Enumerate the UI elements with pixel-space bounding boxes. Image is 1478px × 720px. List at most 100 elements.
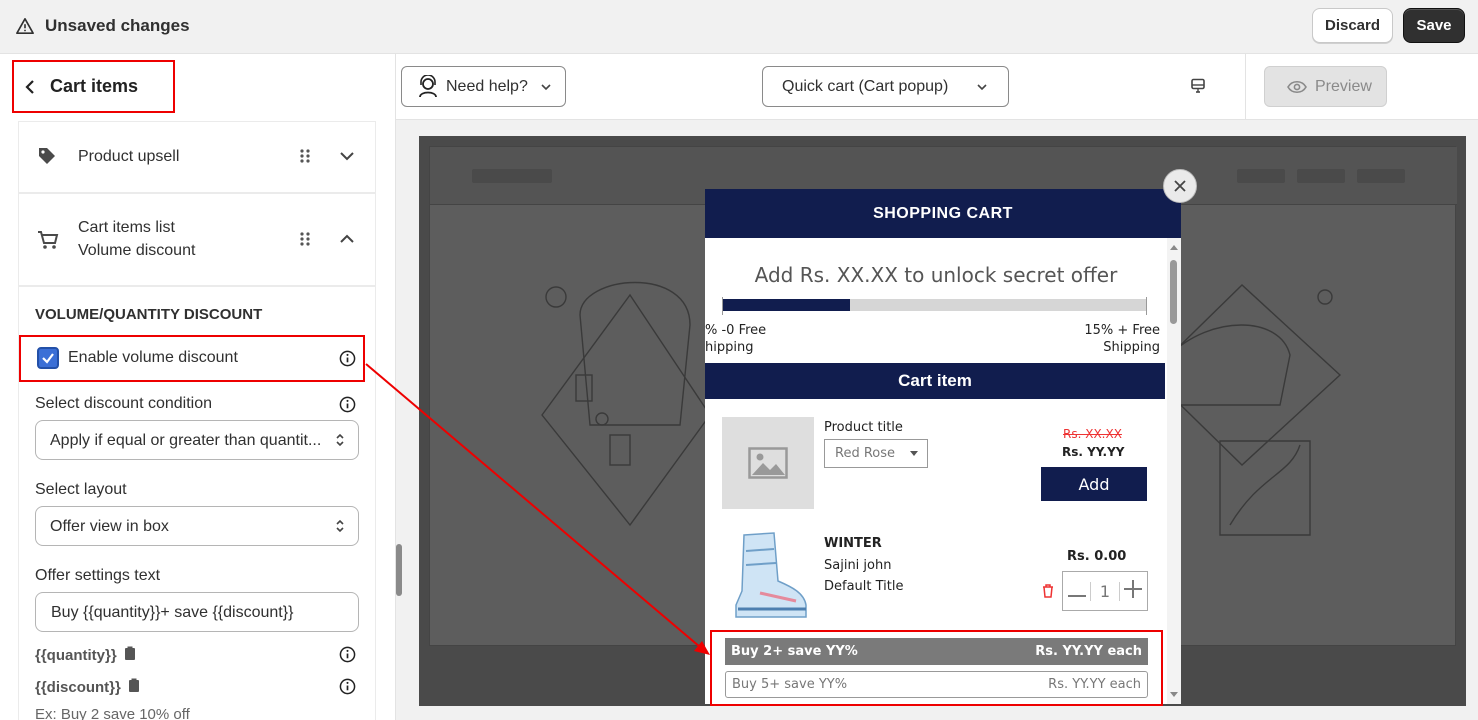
- cart-type-select[interactable]: Quick cart (Cart popup): [762, 66, 1009, 107]
- discount-variable-label: {{discount}}: [35, 679, 121, 696]
- quantity-value: 1: [1090, 581, 1120, 601]
- section-product-upsell[interactable]: Product upsell: [18, 121, 376, 193]
- chevron-up-icon[interactable]: [339, 233, 355, 245]
- milestone-left: % -0 Free hipping: [705, 322, 766, 356]
- logo-placeholder: [472, 169, 552, 183]
- quantity-variable[interactable]: {{quantity}}: [35, 646, 136, 664]
- sidebar-scrollbar[interactable]: [396, 544, 402, 596]
- decrease-button[interactable]: [1063, 582, 1090, 601]
- nav-placeholder: [1297, 169, 1345, 183]
- top-bar: Unsaved changes Discard Save: [0, 0, 1478, 54]
- check-icon: [42, 353, 54, 364]
- increase-button[interactable]: [1120, 580, 1147, 602]
- chevron-down-icon: [977, 83, 987, 90]
- info-icon[interactable]: [339, 646, 356, 663]
- discount-condition-label: Select discount condition: [35, 395, 212, 412]
- progress-tick: [1146, 297, 1147, 315]
- enable-volume-discount-row: Enable volume discount: [19, 335, 365, 382]
- preview-label: Preview: [1315, 77, 1372, 95]
- upsell-price: Rs. YY.YY: [1062, 445, 1125, 459]
- unsaved-changes-title: Unsaved changes: [45, 16, 190, 35]
- offer-text-value: Buy {{quantity}}+ save {{discount}}: [51, 604, 294, 621]
- scroll-down-icon[interactable]: [1167, 690, 1181, 700]
- product-upsell-label: Product upsell: [78, 148, 180, 165]
- info-icon[interactable]: [339, 678, 356, 695]
- discount-variable[interactable]: {{discount}}: [35, 678, 140, 696]
- toolbar-divider: [1245, 54, 1246, 120]
- sidebar-header: Cart items: [0, 54, 395, 120]
- volume-discount-sublabel: Volume discount: [78, 242, 196, 259]
- offer-text-label: Offer settings text: [35, 567, 161, 584]
- upsell-product-title: Product title: [824, 420, 903, 435]
- tier-price: Rs. YY.YY each: [1035, 644, 1142, 659]
- milestone-left-line1: % -0 Free: [705, 323, 767, 338]
- clipboard-icon[interactable]: [128, 678, 140, 693]
- section-cart-items-list[interactable]: Cart items list Volume discount: [18, 193, 376, 286]
- preview-toolbar: Need help? Quick cart (Cart popup) Previ…: [396, 54, 1478, 120]
- warning-icon: [16, 17, 34, 35]
- image-icon: [748, 447, 788, 479]
- enable-volume-discount-label: Enable volume discount: [68, 349, 238, 366]
- caret-down-icon: [910, 451, 918, 456]
- cart-popup: SHOPPING CART Add Rs. XX.XX to unlock se…: [705, 189, 1181, 704]
- chevron-left-icon: [25, 79, 34, 94]
- offer-text-input[interactable]: Buy {{quantity}}+ save {{discount}}: [35, 592, 359, 632]
- cart-item-header: Cart item: [705, 363, 1165, 399]
- enable-volume-discount-checkbox[interactable]: [37, 347, 59, 369]
- tier-label: Buy 2+ save YY%: [731, 644, 858, 659]
- support-agent-icon: [419, 74, 437, 97]
- popup-scroll-thumb[interactable]: [1170, 260, 1177, 324]
- trash-icon[interactable]: [1042, 584, 1054, 598]
- upsell-variant-value: Red Rose: [835, 446, 896, 461]
- back-button[interactable]: Cart items: [12, 60, 175, 113]
- discount-condition-select[interactable]: Apply if equal or greater than quantit..…: [35, 420, 359, 460]
- nav-placeholder: [1237, 169, 1285, 183]
- minus-icon: [1067, 594, 1086, 597]
- shopping-cart-header: SHOPPING CART: [705, 189, 1181, 238]
- need-help-label: Need help?: [446, 77, 528, 95]
- close-icon: [1174, 180, 1186, 192]
- discount-tier[interactable]: Buy 5+ save YY% Rs. YY.YY each: [725, 671, 1148, 698]
- quantity-variable-label: {{quantity}}: [35, 647, 117, 664]
- clipboard-icon[interactable]: [124, 646, 136, 661]
- cart-icon: [38, 231, 59, 249]
- close-popup-button[interactable]: [1163, 169, 1197, 203]
- discount-tier[interactable]: Buy 2+ save YY% Rs. YY.YY each: [725, 638, 1148, 665]
- section-title: VOLUME/QUANTITY DISCOUNT: [35, 306, 263, 323]
- drag-handle-icon[interactable]: [299, 231, 311, 247]
- example-text: Ex: Buy 2 save 10% off: [35, 706, 190, 720]
- quantity-stepper[interactable]: 1: [1062, 571, 1148, 611]
- save-button[interactable]: Save: [1403, 8, 1465, 43]
- upsell-variant-select[interactable]: Red Rose: [824, 439, 928, 468]
- item-vendor: Sajini john: [824, 558, 892, 573]
- milestone-right: 15% + Free Shipping: [1060, 322, 1160, 356]
- layout-label: Select layout: [35, 481, 127, 498]
- milestone-left-line2: hipping: [705, 340, 754, 355]
- plus-icon: [1124, 580, 1143, 598]
- progress-tick: [722, 297, 723, 315]
- offer-progress-bar: [722, 299, 1147, 311]
- item-name: WINTER: [824, 536, 882, 551]
- info-icon[interactable]: [339, 350, 356, 367]
- desktop-view-icon[interactable]: [1190, 78, 1206, 94]
- need-help-button[interactable]: Need help?: [401, 66, 566, 107]
- settings-sidebar: Cart items Product upsell Cart items lis…: [0, 54, 396, 720]
- item-price: Rs. 0.00: [1067, 549, 1127, 564]
- layout-select[interactable]: Offer view in box: [35, 506, 359, 546]
- tag-icon: [39, 148, 55, 164]
- discard-button[interactable]: Discard: [1312, 8, 1393, 43]
- item-variant: Default Title: [824, 579, 904, 594]
- upsell-add-button[interactable]: Add: [1041, 467, 1147, 501]
- product-image-placeholder: [722, 417, 814, 509]
- popup-scrollbar[interactable]: [1167, 238, 1181, 704]
- preview-button[interactable]: Preview: [1264, 66, 1387, 107]
- chevron-down-icon[interactable]: [339, 150, 355, 162]
- layout-value: Offer view in box: [50, 518, 169, 535]
- select-arrows-icon: [336, 433, 344, 447]
- info-icon[interactable]: [339, 396, 356, 413]
- cart-items-list-label: Cart items list: [78, 219, 175, 236]
- scroll-up-icon[interactable]: [1167, 242, 1181, 252]
- drag-handle-icon[interactable]: [299, 148, 311, 164]
- select-arrows-icon: [336, 519, 344, 533]
- upsell-compare-price: Rs. XX.XX: [1063, 427, 1122, 441]
